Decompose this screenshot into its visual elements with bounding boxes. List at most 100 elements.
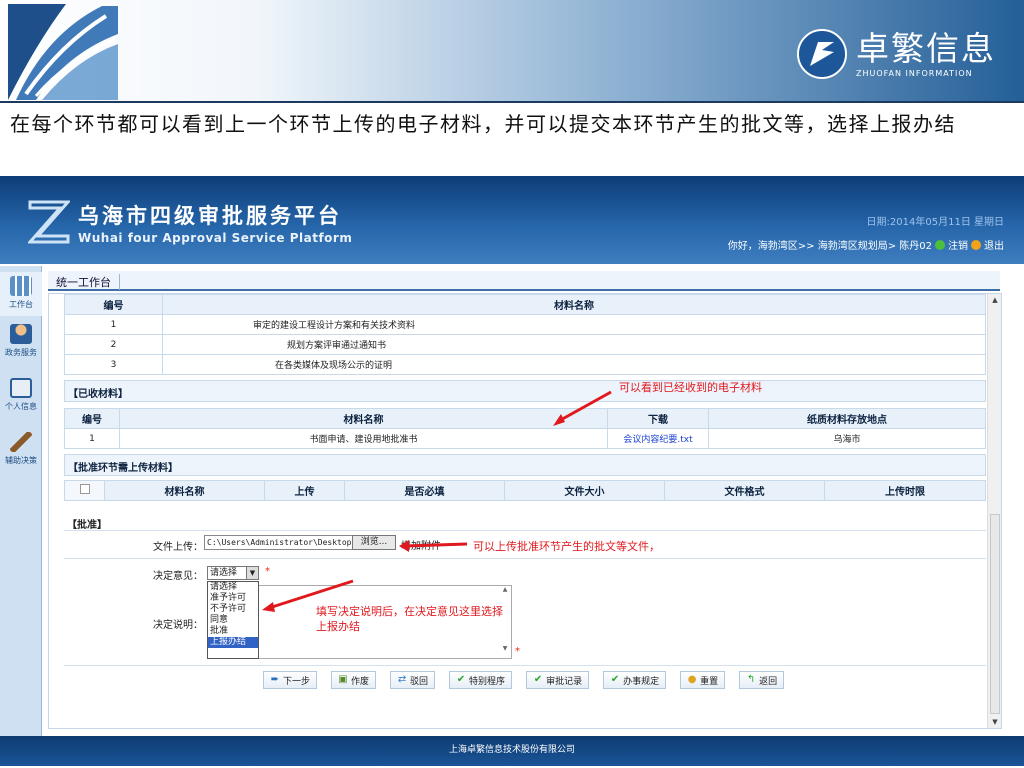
chevron-down-icon[interactable]: ▼ [246,567,258,579]
decision-label: 决定意见： [153,571,203,582]
special-procedure-button[interactable]: ✔ 特别程序 [449,671,513,689]
col-header: 编号 [64,294,163,315]
col-header: 材料名称 [104,480,265,501]
cell: 书面申请、建设用地批准书 [119,428,608,449]
user-bar: 你好，海勃湾区>> 海勃湾区规划局> 陈丹02 注销 退出 [728,237,1004,252]
rules-button[interactable]: ✔ 办事规定 [603,671,667,689]
table-row: 2 规划方案评审通过通知书 [64,334,986,355]
button-label: 办事规定 [623,676,660,687]
annotation-received: 可以看到已经收到的电子材料 [619,381,762,394]
decision-dropdown-list[interactable]: 请选择 准予许可 不予许可 同意 批准 上报办结 [207,581,259,659]
main-content: 编号 材料名称 1 审定的建设工程设计方案和有关技术资料 2 规划方案评审通过通… [48,293,1002,729]
col-header: 文件格式 [664,480,825,501]
col-header: 材料名称 [119,408,608,429]
upload-materials-table: 材料名称 上传 是否必填 文件大小 文件格式 上传时限 [64,480,986,501]
return-icon: ⇄ [397,674,407,685]
dropdown-option[interactable]: 请选择 [208,582,258,593]
document-icon: ▣ [338,674,348,685]
sidebar-item-services[interactable]: 政务服务 [0,324,42,358]
sidebar-item-workbench[interactable]: 工作台 [0,272,42,316]
slide-caption: 在每个环节都可以看到上一个环节上传的电子材料，并可以提交本环节产生的批文等，选择… [10,112,956,136]
button-label: 重置 [700,676,719,687]
dropdown-option-selected[interactable]: 上报办结 [208,637,258,648]
dropdown-option[interactable]: 批准 [208,626,258,637]
check-icon: ✔ [610,674,620,685]
exit-icon[interactable] [971,239,981,250]
logout-icon[interactable] [935,239,945,250]
required-materials-table: 编号 材料名称 1 审定的建设工程设计方案和有关技术资料 2 规划方案评审通过通… [64,294,986,375]
cell: 1 [64,314,163,335]
table-header: 编号 材料名称 下载 纸质材料存放地点 [64,408,986,429]
tab-workbench[interactable]: 统一工作台 [56,274,120,290]
upload-section-title: 【批准环节需上传材料】 [64,454,986,476]
slide-logo-icon [8,4,118,100]
cell: 1 [64,428,120,449]
reset-button[interactable]: ● 重置 [680,671,726,689]
scroll-up-icon[interactable]: ▲ [991,296,999,304]
required-marker: * [515,646,520,657]
approval-record-button[interactable]: ✔ 审批记录 [526,671,590,689]
logout-link[interactable]: 注销 [948,237,968,252]
explanation-label: 决定说明： [153,620,203,631]
scroll-down-icon[interactable]: ▼ [991,718,999,726]
grid-icon [10,276,32,296]
col-header: 材料名称 [162,294,986,315]
annotation-upload: 可以上传批准环节产生的批文等文件， [473,540,660,553]
add-attachment-link[interactable]: 增加附件 [401,537,441,552]
col-header: 上传 [264,480,345,501]
decision-selected-value: 请选择 [210,568,238,578]
button-label: 审批记录 [546,676,583,687]
user-greeting: 你好，海勃湾区>> 海勃湾区规划局> 陈丹02 [727,241,932,252]
cell: 在各类媒体及现场公示的证明 [162,354,986,375]
sidebar-item-profile[interactable]: 个人信息 [0,378,42,412]
sidebar-item-label: 政务服务 [5,348,37,357]
dropdown-option[interactable]: 同意 [208,615,258,626]
cell: 3 [64,354,163,375]
table-row: 1 书面申请、建设用地批准书 会议内容纪要.txt 乌海市 [64,428,986,449]
brand-name-cn: 卓繁信息 [856,28,996,68]
brand-block: 卓繁信息 ZHUOFAN INFORMATION [796,26,996,82]
brand-text: 卓繁信息 ZHUOFAN INFORMATION [856,28,996,78]
next-step-button[interactable]: ➨ 下一步 [263,671,318,689]
table-header: 材料名称 上传 是否必填 文件大小 文件格式 上传时限 [64,480,986,501]
back-button[interactable]: ↰ 返回 [739,671,785,689]
person-desk-icon [10,324,32,344]
decision-select[interactable]: 请选择 ▼ [207,566,259,580]
gavel-icon [10,432,32,452]
sidebar: 工作台 政务服务 个人信息 辅助决策 [0,266,42,736]
annotation-decision: 填写决定说明后，在决定意见这里选择上报办结 [316,605,503,633]
exit-link[interactable]: 退出 [984,237,1004,252]
content-scrollbar[interactable]: ▲ ▼ [987,294,1001,728]
reject-button[interactable]: ⇄ 驳回 [390,671,436,689]
platform-title: 乌海市四级审批服务平台 [78,204,342,228]
browse-button[interactable]: 浏览... [352,535,396,550]
button-label: 返回 [759,676,778,687]
app-header: 乌海市四级审批服务平台 Wuhai four Approval Service … [0,176,1024,264]
download-link[interactable]: 会议内容纪要.txt [607,428,709,449]
void-button[interactable]: ▣ 作废 [331,671,377,689]
table-header: 编号 材料名称 [64,294,986,315]
received-section-title: 【已收材料】 [64,380,986,402]
cell: 2 [64,334,163,355]
platform-logo-icon [28,200,70,244]
sidebar-item-label: 辅助决策 [5,456,37,465]
platform-subtitle: Wuhai four Approval Service Platform [78,231,353,245]
button-label: 特别程序 [469,676,506,687]
col-header: 上传时限 [824,480,986,501]
back-icon: ↰ [746,674,756,685]
action-button-row: ➨ 下一步 ▣ 作废 ⇄ 驳回 ✔ 特别程序 ✔ 审批记录 ✔ 办事规定 ● 重置 ↰ 返回 [263,671,785,691]
dropdown-option[interactable]: 不予许可 [208,604,258,615]
col-header: 下载 [607,408,709,429]
sidebar-item-label: 工作台 [9,300,33,309]
check-icon: ✔ [456,674,466,685]
sidebar-item-decision[interactable]: 辅助决策 [0,432,42,466]
id-card-icon [10,378,32,398]
select-all-checkbox[interactable] [64,480,105,501]
file-path-input[interactable]: C:\Users\Administrator\Desktop\ [204,535,354,550]
dropdown-option[interactable]: 准予许可 [208,593,258,604]
scroll-thumb[interactable] [990,514,1000,714]
app-window: 乌海市四级审批服务平台 Wuhai four Approval Service … [0,176,1024,768]
button-label: 作废 [351,676,370,687]
current-date: 日期:2014年05月11日 星期日 [866,217,1004,228]
cell: 乌海市 [708,428,986,449]
